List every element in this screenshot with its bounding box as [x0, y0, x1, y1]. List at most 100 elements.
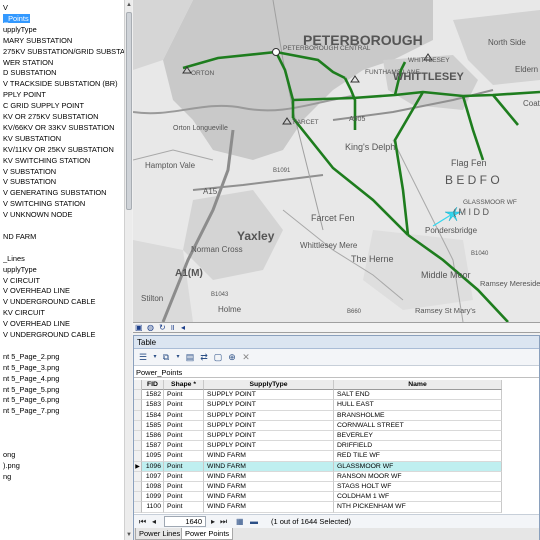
current-row-indicator[interactable]: ▶ [134, 461, 142, 472]
toc-item[interactable]: KV SUBSTATION [3, 133, 127, 144]
row-selector[interactable] [134, 400, 142, 411]
related-tables-icon[interactable]: ⧉ [160, 352, 172, 363]
row-selector[interactable] [134, 390, 142, 401]
toc-item[interactable]: V OVERHEAD LINE [3, 285, 127, 296]
tab-power-points[interactable]: Power Points [181, 528, 234, 540]
row-selector[interactable] [134, 502, 142, 513]
toc-item[interactable]: nt 5_Page_5.png [3, 384, 127, 395]
scrollbar-thumb[interactable] [126, 12, 132, 210]
table-row[interactable]: 1586 Point SUPPLY POINT BEVERLEY [134, 431, 539, 442]
toc-item[interactable]: V [3, 2, 127, 13]
table-row[interactable]: 1099 Point WIND FARM COLDHAM 1 WF [134, 492, 539, 503]
toc-item[interactable]: ong [3, 449, 127, 460]
layout-view-icon[interactable]: ▣ [135, 323, 143, 333]
substation-node[interactable] [272, 48, 280, 56]
last-record-icon[interactable]: ⏭ [220, 517, 227, 527]
scroll-down-icon[interactable]: ▼ [125, 530, 133, 540]
toc-item[interactable]: _Lines [3, 253, 127, 264]
table-row[interactable]: 1098 Point WIND FARM STAGS HOLT WF [134, 482, 539, 493]
column-header[interactable]: Shape * [164, 380, 204, 391]
table-row[interactable]: 1097 Point WIND FARM RANSON MOOR WF [134, 471, 539, 482]
toc-item[interactable] [3, 427, 127, 438]
toc-item[interactable]: PPLY POINT [3, 89, 127, 100]
toc-item[interactable]: V TRACKSIDE SUBSTATION (BR) [3, 78, 127, 89]
toc-item[interactable] [3, 242, 127, 253]
dropdown-arrow-icon[interactable]: ▾ [172, 352, 184, 363]
table-row[interactable]: 1095 Point WIND FARM RED TILE WF [134, 451, 539, 462]
pause-icon[interactable]: ॥ [170, 323, 175, 333]
row-selector-header[interactable] [134, 380, 142, 391]
toc-item[interactable]: V SUBSTATION [3, 166, 127, 177]
toc-item[interactable]: 275KV SUBSTATION/GRID SUBSTAT [3, 46, 127, 57]
table-row[interactable]: 1582 Point SUPPLY POINT SALT END [134, 390, 539, 401]
toc-item[interactable]: nt 5_Page_6.png [3, 394, 127, 405]
tab-power-lines[interactable]: Power Lines [135, 528, 185, 540]
toc-scrollbar[interactable]: ▲ ▼ [124, 0, 132, 540]
toc-item[interactable]: V CIRCUIT [3, 275, 127, 286]
toc-item[interactable] [3, 220, 127, 231]
table-row[interactable]: 1583 Point SUPPLY POINT HULL EAST [134, 400, 539, 411]
map-view[interactable]: PETERBOROUGH PETERBOROUGH CENTRAL WHITTL… [133, 0, 540, 322]
show-all-records-icon[interactable]: ▦ [236, 517, 244, 527]
toc-item[interactable]: KV/66KV OR 33KV SUBSTATION [3, 122, 127, 133]
table-options-icon[interactable]: ☰ [137, 352, 149, 363]
row-selector[interactable] [134, 420, 142, 431]
column-header[interactable]: Name [334, 380, 502, 391]
toc-item[interactable]: nt 5_Page_3.png [3, 362, 127, 373]
select-by-attributes-icon[interactable]: ▤ [184, 352, 196, 363]
toc-item[interactable]: V UNDERGROUND CABLE [3, 296, 127, 307]
current-record-field[interactable]: 1640 [164, 516, 206, 527]
table-row[interactable]: 1587 Point SUPPLY POINT DRIFFIELD [134, 441, 539, 452]
column-header[interactable]: SupplyType [204, 380, 334, 391]
toc-item[interactable]: D SUBSTATION [3, 67, 127, 78]
row-selector[interactable] [134, 410, 142, 421]
toc-item[interactable]: MARY SUBSTATION [3, 35, 127, 46]
toc-item[interactable]: KV CIRCUIT [3, 307, 127, 318]
toc-item[interactable] [3, 438, 127, 449]
toc-item[interactable]: _Points [3, 13, 127, 24]
table-row[interactable]: 1585 Point SUPPLY POINT CORNWALL STREET [134, 420, 539, 431]
toc-item[interactable]: nt 5_Page_4.png [3, 373, 127, 384]
row-selector[interactable] [134, 492, 142, 503]
toc-item[interactable] [3, 340, 127, 351]
column-header[interactable]: FID [142, 380, 164, 391]
show-selected-records-icon[interactable]: ▬ [250, 517, 258, 527]
table-row[interactable]: ▶ 1096 Point WIND FARM GLASSMOOR WF [134, 461, 539, 472]
toc-item[interactable]: C GRID SUPPLY POINT [3, 100, 127, 111]
toc-item[interactable]: KV OR 275KV SUBSTATION [3, 111, 127, 122]
toc-item[interactable]: KV SWITCHING STATION [3, 155, 127, 166]
delete-selected-icon[interactable]: ✕ [240, 352, 252, 363]
toc-item[interactable]: V SUBSTATION [3, 176, 127, 187]
row-selector[interactable] [134, 482, 142, 493]
toc-item[interactable]: nt 5_Page_2.png [3, 351, 127, 362]
table-row[interactable]: 1584 Point SUPPLY POINT BRANSHOLME [134, 410, 539, 421]
toc-item[interactable]: V OVERHEAD LINE [3, 318, 127, 329]
next-record-icon[interactable]: ▸ [211, 517, 215, 527]
toc-item[interactable]: upplyType [3, 264, 127, 275]
toc-item[interactable]: WER STATION [3, 57, 127, 68]
globe-icon[interactable]: ◍ [147, 323, 154, 333]
toc-item[interactable] [3, 416, 127, 427]
row-selector[interactable] [134, 431, 142, 442]
toc-item[interactable]: ).png [3, 460, 127, 471]
first-record-icon[interactable]: ⏮ [139, 517, 146, 527]
zoom-to-selected-icon[interactable]: ⊕ [226, 352, 238, 363]
toc-item[interactable]: nt 5_Page_7.png [3, 405, 127, 416]
toc-item[interactable]: KV/11KV OR 25KV SUBSTATION [3, 144, 127, 155]
row-selector[interactable] [134, 451, 142, 462]
refresh-icon[interactable]: ↻ [159, 323, 166, 333]
toc-item[interactable]: V UNKNOWN NODE [3, 209, 127, 220]
toc-item[interactable]: ND FARM [3, 231, 127, 242]
toc-item[interactable]: upplyType [3, 24, 127, 35]
toc-item[interactable]: V GENERATING SUBSTATION [3, 187, 127, 198]
row-selector[interactable] [134, 471, 142, 482]
scroll-left-icon[interactable]: ◂ [181, 323, 185, 333]
table-row[interactable]: 1100 Point WIND FARM NTH PICKENHAM WF [134, 502, 539, 513]
row-selector[interactable] [134, 441, 142, 452]
clear-selection-icon[interactable]: ▢ [212, 352, 224, 363]
toc-item[interactable]: V SWITCHING STATION [3, 198, 127, 209]
scroll-up-icon[interactable]: ▲ [125, 0, 133, 10]
toc-item[interactable]: V UNDERGROUND CABLE [3, 329, 127, 340]
previous-record-icon[interactable]: ◂ [152, 517, 156, 527]
toc-item[interactable]: ng [3, 471, 127, 482]
